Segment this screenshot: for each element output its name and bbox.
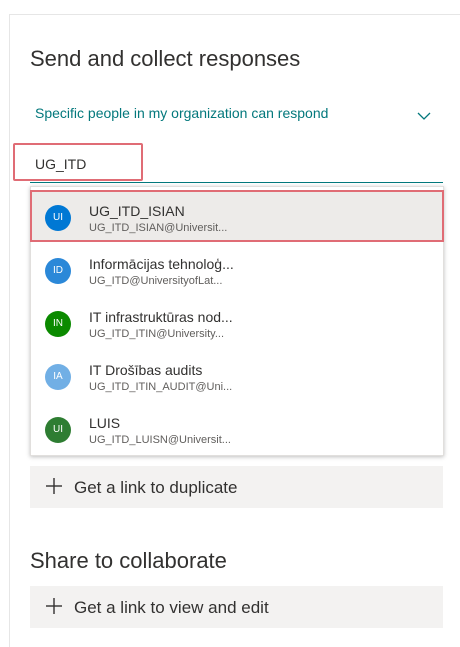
view-edit-link-label: Get a link to view and edit: [74, 598, 269, 617]
plus-icon: [46, 478, 62, 494]
suggestion-name: IT Drošības audits: [89, 362, 203, 378]
avatar: IA: [45, 364, 71, 390]
avatar: UI: [45, 205, 71, 231]
chevron-down-icon: [417, 112, 431, 120]
people-suggestions-list: UI UG_ITD_ISIAN UG_ITD_ISIAN@Universit..…: [30, 186, 444, 456]
suggestion-item[interactable]: IN IT infrastruktūras nod... UG_ITD_ITIN…: [31, 296, 443, 348]
avatar: IN: [45, 311, 71, 337]
suggestion-email: UG_ITD_ITIN_AUDIT@Uni...: [89, 381, 233, 393]
get-view-edit-link-button[interactable]: Get a link to view and edit: [30, 586, 443, 628]
suggestion-item[interactable]: UI UG_ITD_ISIAN UG_ITD_ISIAN@Universit..…: [31, 190, 443, 242]
suggestion-name: LUIS: [89, 415, 121, 431]
suggestion-name: IT infrastruktūras nod...: [89, 309, 233, 325]
suggestion-name: Informācijas tehnoloģ...: [89, 256, 234, 272]
people-search-input[interactable]: [35, 154, 235, 174]
plus-icon: [46, 598, 62, 614]
suggestion-email: UG_ITD_ISIAN@Universit...: [89, 222, 228, 234]
responder-scope-dropdown[interactable]: Specific people in my organization can r…: [30, 98, 442, 132]
suggestion-item[interactable]: ID Informācijas tehnoloģ... UG_ITD@Unive…: [31, 243, 443, 295]
suggestion-email: UG_ITD@UniversityofLat...: [89, 275, 223, 287]
duplicate-link-label: Get a link to duplicate: [74, 478, 238, 497]
avatar: UI: [45, 417, 71, 443]
get-duplicate-link-button[interactable]: Get a link to duplicate: [30, 466, 443, 508]
share-collaborate-title: Share to collaborate: [30, 548, 227, 573]
suggestion-name: UG_ITD_ISIAN: [89, 203, 185, 219]
responder-scope-value: Specific people in my organization can r…: [35, 105, 329, 121]
suggestion-email: UG_ITD_ITIN@University...: [89, 328, 225, 340]
avatar: ID: [45, 258, 71, 284]
send-collect-title: Send and collect responses: [30, 46, 301, 71]
suggestion-item[interactable]: IA IT Drošības audits UG_ITD_ITIN_AUDIT@…: [31, 349, 443, 401]
people-search-field[interactable]: [30, 146, 443, 183]
suggestion-email: UG_ITD_LUISN@Universit...: [89, 434, 231, 446]
suggestion-item[interactable]: UI LUIS UG_ITD_LUISN@Universit...: [31, 402, 443, 454]
